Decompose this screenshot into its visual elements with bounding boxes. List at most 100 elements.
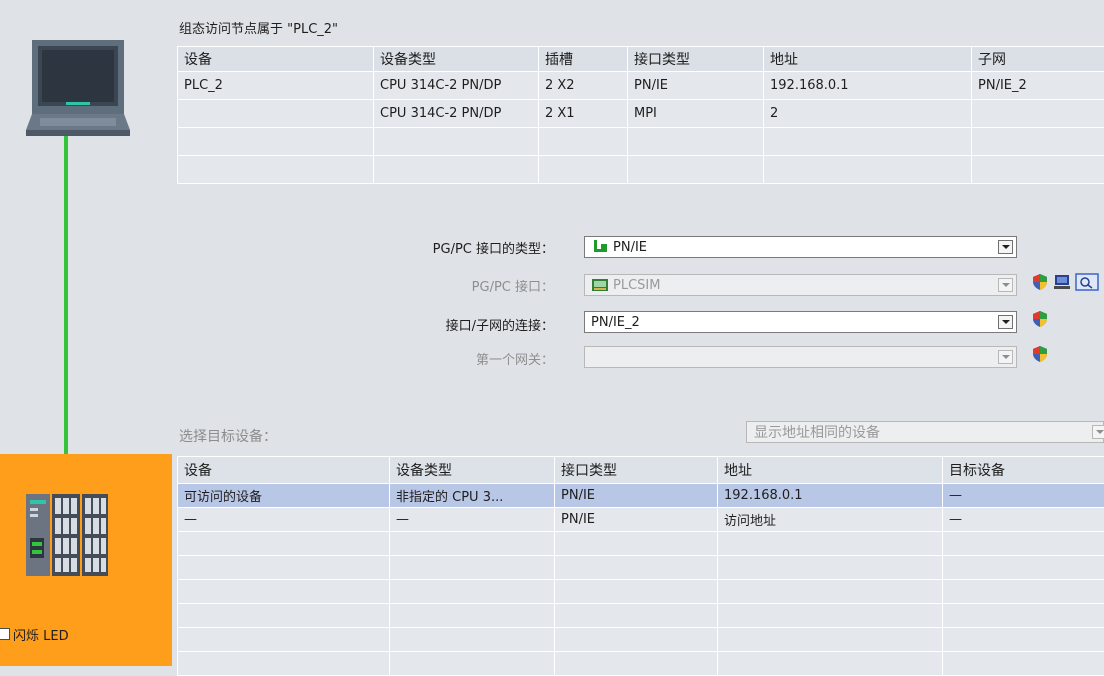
cell-interface-type: PN/IE bbox=[628, 72, 764, 100]
table-row[interactable] bbox=[178, 556, 1104, 580]
cell-target-device bbox=[943, 556, 1104, 580]
plc-device-icon bbox=[24, 492, 110, 578]
cell-slot bbox=[539, 128, 628, 156]
first-gateway-select[interactable] bbox=[584, 346, 1017, 368]
blink-led-row: 闪烁 LED bbox=[0, 624, 69, 644]
blink-led-label: 闪烁 LED bbox=[13, 625, 69, 644]
cell-device-type bbox=[374, 128, 539, 156]
cell-interface-type bbox=[555, 556, 718, 580]
cell-device-type bbox=[390, 652, 555, 676]
cell-device-type bbox=[390, 556, 555, 580]
chevron-down-icon[interactable] bbox=[998, 350, 1013, 364]
cell-slot: 2 X2 bbox=[539, 72, 628, 100]
pgpc-interface-value: PLCSIM bbox=[613, 278, 660, 293]
cell-device bbox=[178, 532, 390, 556]
cell-address: 2 bbox=[764, 100, 972, 128]
cell-address bbox=[764, 156, 972, 184]
shield-icon[interactable] bbox=[1031, 310, 1049, 328]
cell-interface-type bbox=[555, 652, 718, 676]
pgpc-type-select[interactable]: PN/IE bbox=[584, 236, 1017, 258]
target-filter-value: 显示地址相同的设备 bbox=[747, 422, 880, 442]
col-header-address[interactable]: 地址 bbox=[718, 457, 943, 484]
table-row[interactable]: — — PN/IE 访问地址 — bbox=[178, 508, 1104, 532]
cell-interface-type bbox=[628, 128, 764, 156]
cell-device-type: CPU 314C-2 PN/DP bbox=[374, 72, 539, 100]
cell-address bbox=[764, 128, 972, 156]
table-row[interactable] bbox=[178, 532, 1104, 556]
table-row[interactable] bbox=[178, 128, 1104, 156]
table-row[interactable]: CPU 314C-2 PN/DP 2 X1 MPI 2 bbox=[178, 100, 1104, 128]
table-row-selected[interactable]: 可访问的设备 非指定的 CPU 3... PN/IE 192.168.0.1 — bbox=[178, 484, 1104, 508]
col-header-device-type[interactable]: 设备类型 bbox=[374, 47, 539, 72]
cell-address bbox=[718, 652, 943, 676]
chevron-down-icon[interactable] bbox=[998, 240, 1013, 254]
col-header-device[interactable]: 设备 bbox=[178, 47, 374, 72]
cell-target-device bbox=[943, 580, 1104, 604]
subnet-connection-select[interactable]: PN/IE_2 bbox=[584, 311, 1017, 333]
cell-device-type bbox=[390, 604, 555, 628]
cell-address bbox=[718, 604, 943, 628]
cell-interface-type bbox=[555, 604, 718, 628]
table-row[interactable] bbox=[178, 652, 1104, 676]
cell-device bbox=[178, 604, 390, 628]
col-header-subnet[interactable]: 子网 bbox=[972, 47, 1104, 72]
select-target-label: 选择目标设备： bbox=[179, 426, 277, 446]
cell-device bbox=[178, 652, 390, 676]
cell-address: 192.168.0.1 bbox=[718, 484, 943, 508]
chevron-down-icon[interactable] bbox=[998, 315, 1013, 329]
search-devices-icon[interactable] bbox=[1075, 273, 1099, 291]
col-header-target-device[interactable]: 目标设备 bbox=[943, 457, 1104, 484]
cell-target-device bbox=[943, 604, 1104, 628]
subnet-connection-value: PN/IE_2 bbox=[591, 315, 640, 330]
cell-address bbox=[718, 628, 943, 652]
cell-device-type: CPU 314C-2 PN/DP bbox=[374, 100, 539, 128]
col-header-device[interactable]: 设备 bbox=[178, 457, 390, 484]
first-gateway-label: 第一个网关： bbox=[476, 349, 554, 368]
plcsim-card-icon bbox=[591, 277, 609, 293]
col-header-device-type[interactable]: 设备类型 bbox=[390, 457, 555, 484]
monitor-icon[interactable] bbox=[1053, 273, 1071, 291]
table-row[interactable] bbox=[178, 156, 1104, 184]
target-filter-select[interactable]: 显示地址相同的设备 bbox=[746, 421, 1104, 443]
col-header-interface-type[interactable]: 接口类型 bbox=[628, 47, 764, 72]
cell-target-device: — bbox=[943, 508, 1104, 532]
cell-address bbox=[718, 580, 943, 604]
cell-device bbox=[178, 100, 374, 128]
shield-icon[interactable] bbox=[1031, 273, 1049, 291]
cell-target-device bbox=[943, 652, 1104, 676]
cell-interface-type bbox=[555, 580, 718, 604]
table-row[interactable]: PLC_2 CPU 314C-2 PN/DP 2 X2 PN/IE 192.16… bbox=[178, 72, 1104, 100]
cell-device-type bbox=[374, 156, 539, 184]
cell-subnet: PN/IE_2 bbox=[972, 72, 1104, 100]
cell-target-device: — bbox=[943, 484, 1104, 508]
shield-icon[interactable] bbox=[1031, 345, 1049, 363]
chevron-down-icon[interactable] bbox=[998, 278, 1013, 292]
cell-device-type: 非指定的 CPU 3... bbox=[390, 484, 555, 508]
table-row[interactable] bbox=[178, 628, 1104, 652]
table-row[interactable] bbox=[178, 604, 1104, 628]
target-device-table: 设备 设备类型 接口类型 地址 目标设备 可访问的设备 非指定的 CPU 3..… bbox=[177, 456, 1104, 676]
cell-slot bbox=[539, 156, 628, 184]
cell-address bbox=[718, 532, 943, 556]
cell-subnet bbox=[972, 156, 1104, 184]
config-title: 组态访问节点属于 "PLC_2" bbox=[179, 18, 338, 37]
cell-device bbox=[178, 156, 374, 184]
col-header-slot[interactable]: 插槽 bbox=[539, 47, 628, 72]
cell-device: — bbox=[178, 508, 390, 532]
cell-address bbox=[718, 556, 943, 580]
chevron-down-icon[interactable] bbox=[1092, 425, 1104, 439]
cell-interface-type bbox=[628, 156, 764, 184]
cell-interface-type: PN/IE bbox=[555, 484, 718, 508]
pgpc-interface-select[interactable]: PLCSIM bbox=[584, 274, 1017, 296]
cell-subnet bbox=[972, 100, 1104, 128]
blink-led-checkbox[interactable] bbox=[0, 628, 10, 640]
table-header-row: 设备 设备类型 插槽 接口类型 地址 子网 bbox=[178, 47, 1104, 72]
cell-device bbox=[178, 580, 390, 604]
col-header-address[interactable]: 地址 bbox=[764, 47, 972, 72]
cell-device-type bbox=[390, 628, 555, 652]
col-header-interface-type[interactable]: 接口类型 bbox=[555, 457, 718, 484]
cell-device-type bbox=[390, 532, 555, 556]
table-row[interactable] bbox=[178, 580, 1104, 604]
cell-interface-type bbox=[555, 628, 718, 652]
connection-line bbox=[64, 136, 68, 454]
